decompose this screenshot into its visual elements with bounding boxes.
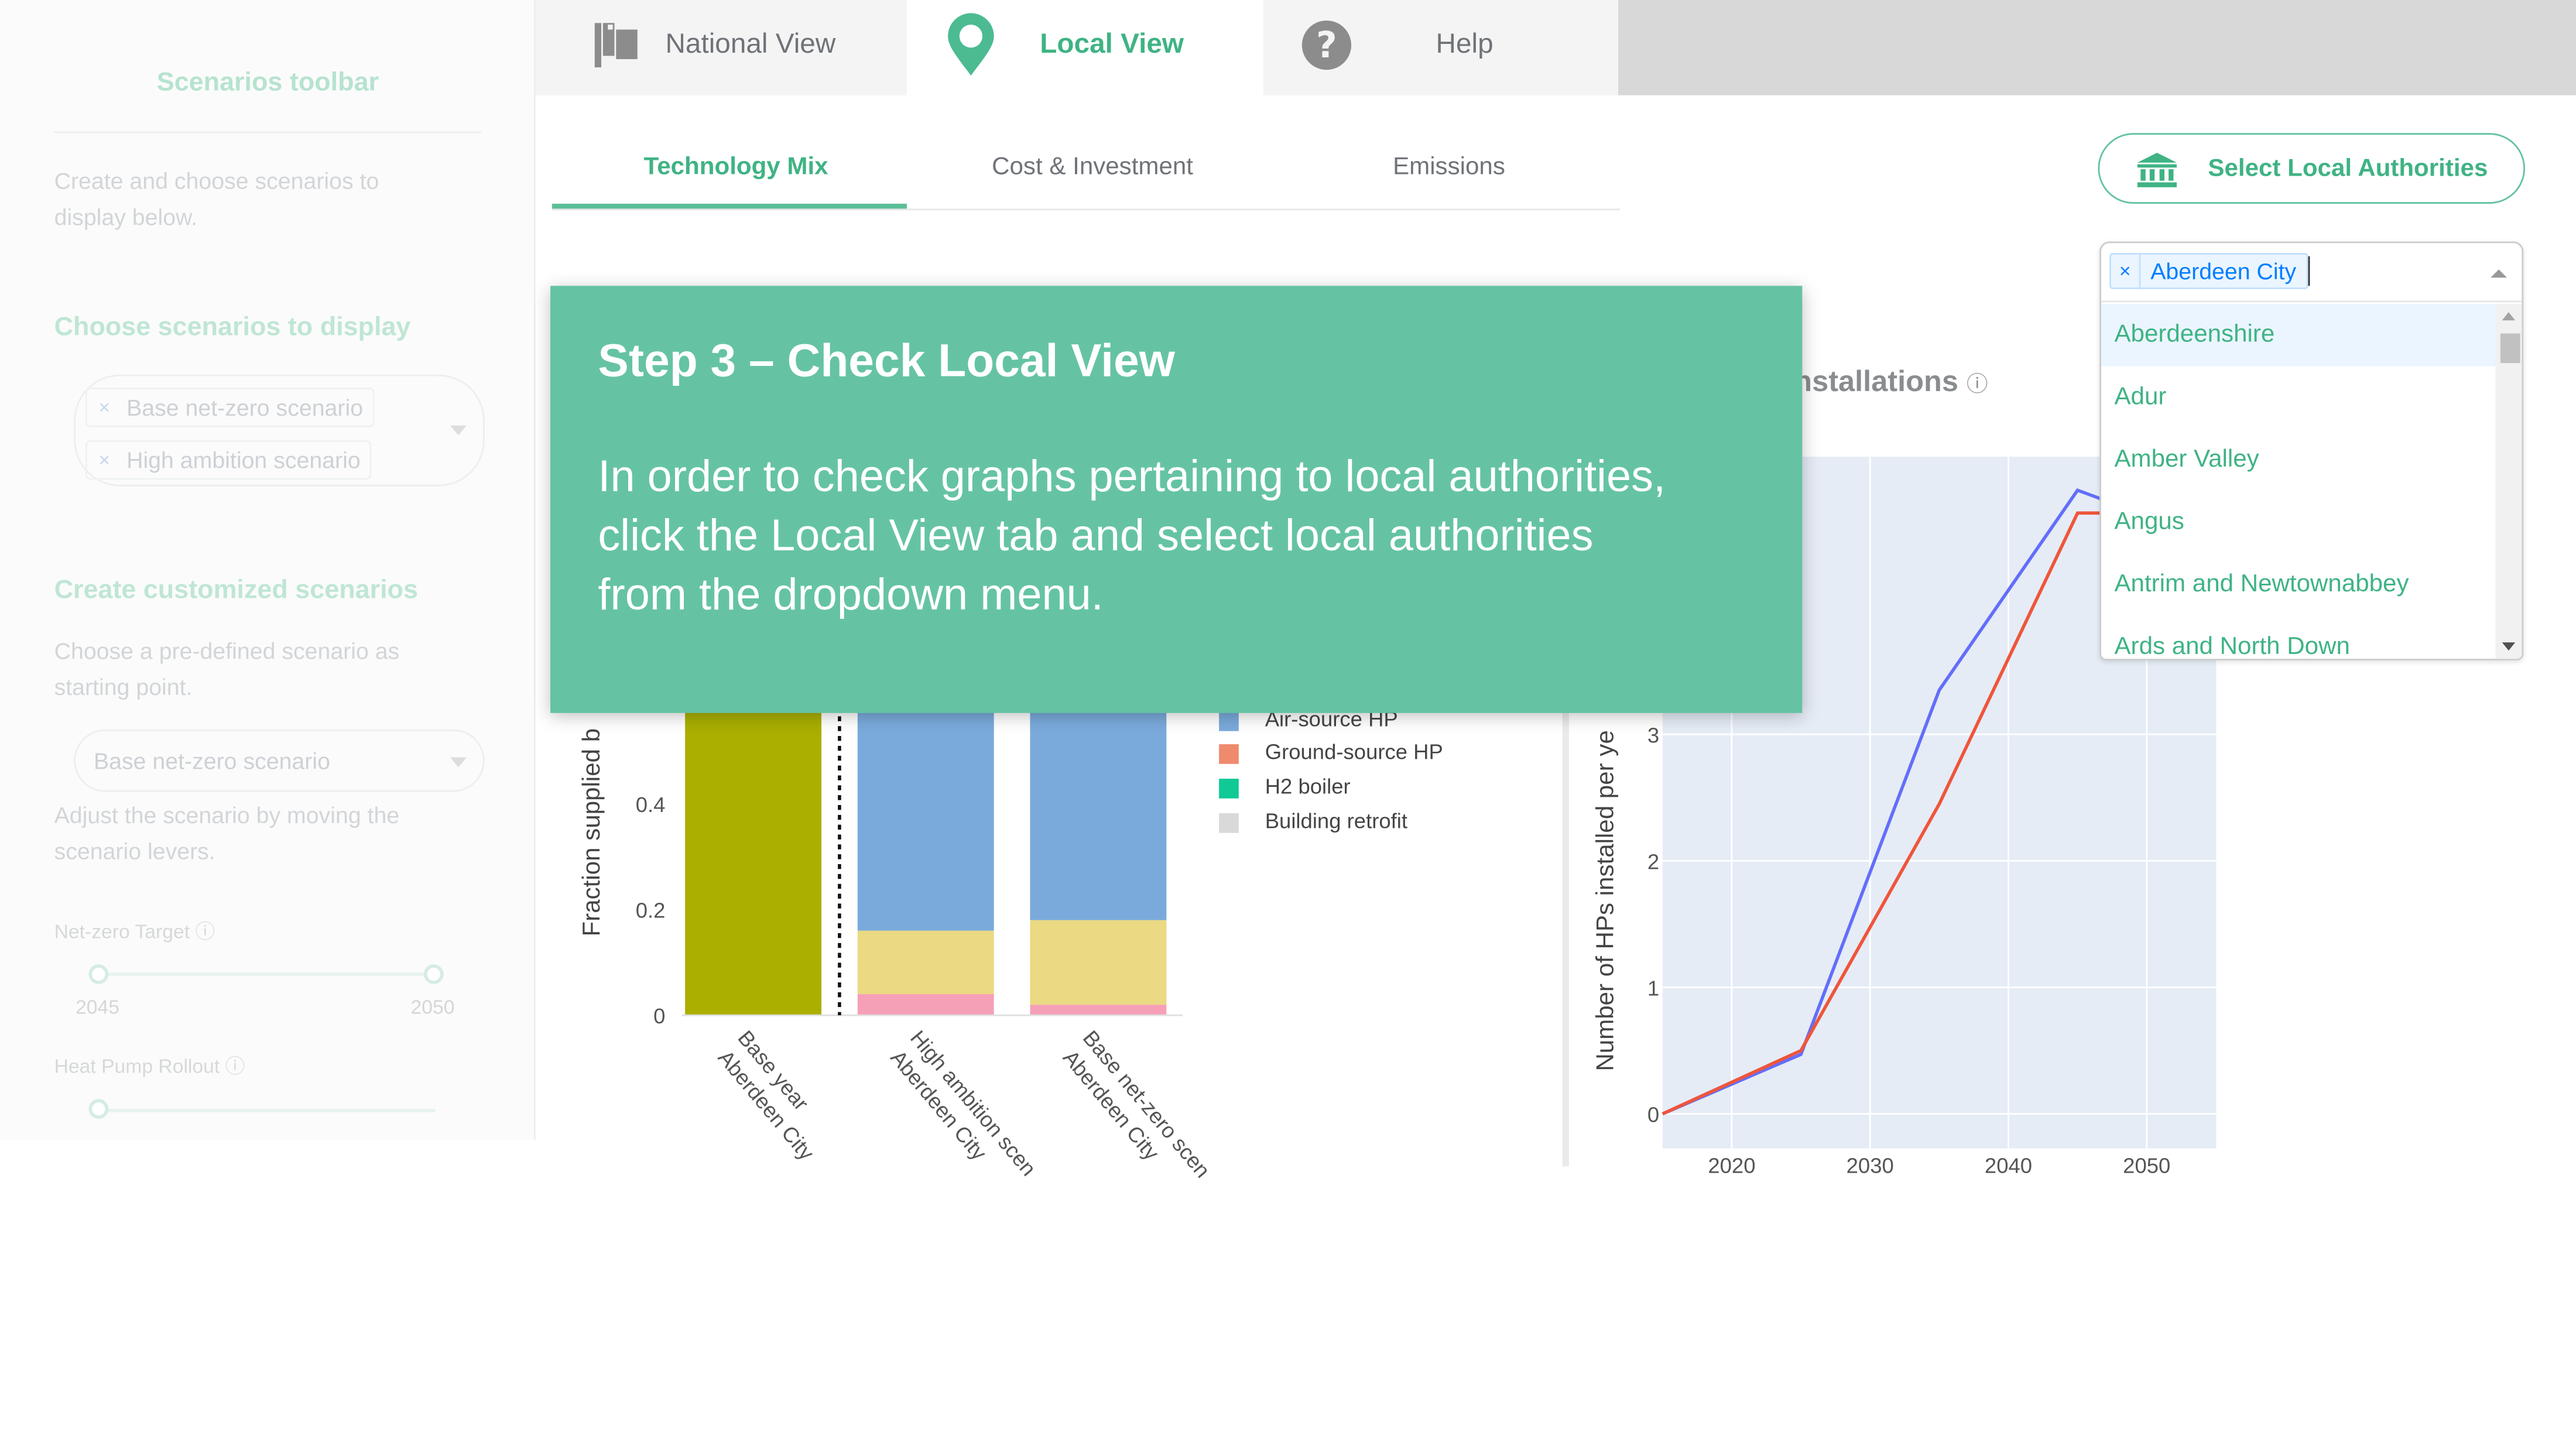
dropdown-option[interactable]: Ards and North Down bbox=[2101, 616, 2495, 659]
bar-segment bbox=[1030, 1005, 1167, 1016]
dropdown-option[interactable]: Amber Valley bbox=[2101, 429, 2495, 491]
text-cursor bbox=[2308, 256, 2310, 286]
stacked-bar-chart: 00.20.4Fraction supplied bBase yearAberd… bbox=[577, 706, 1215, 1182]
y-axis-label: Number of HPs installed per ye bbox=[1591, 730, 1619, 1071]
scroll-thumb[interactable] bbox=[2500, 333, 2520, 364]
tutorial-body: In order to check graphs pertaining to l… bbox=[598, 451, 1666, 619]
dropdown-option[interactable]: Angus bbox=[2101, 491, 2495, 554]
y-axis-label: Fraction supplied b bbox=[577, 728, 605, 937]
remove-icon[interactable]: × bbox=[2111, 254, 2141, 288]
dropdown-control[interactable]: × Aberdeen City bbox=[2101, 243, 2522, 303]
x-tick-label: 2030 bbox=[1847, 1154, 1894, 1178]
y-tick-label: 1 bbox=[1647, 977, 1659, 1001]
dropdown-option[interactable]: Adur bbox=[2101, 366, 2495, 429]
x-tick-label: 2050 bbox=[2123, 1154, 2170, 1178]
dropdown-option[interactable]: Antrim and Newtownabbey bbox=[2101, 554, 2495, 616]
bar-segment bbox=[857, 706, 994, 931]
app-stage: Scenarios toolbar Create and choose scen… bbox=[0, 0, 2576, 1449]
bar-segment bbox=[1030, 706, 1167, 920]
dropdown-options: Aberdeenshire Adur Amber Valley Angus An… bbox=[2101, 304, 2496, 659]
y-tick-label: 0.2 bbox=[636, 898, 666, 922]
tutorial-card: Step 3 – Check Local View In order to ch… bbox=[550, 286, 1803, 713]
scroll-down-icon[interactable] bbox=[2502, 642, 2516, 651]
x-tick-label: 2020 bbox=[1708, 1154, 1755, 1178]
y-tick-label: 0.4 bbox=[636, 793, 666, 817]
bar-segment bbox=[685, 706, 822, 1016]
legend-swatch bbox=[1219, 813, 1239, 833]
y-tick-label: 3 bbox=[1647, 723, 1659, 747]
y-tick-label: 0 bbox=[653, 1004, 665, 1028]
selected-authority-chip[interactable]: × Aberdeen City bbox=[2109, 253, 2308, 289]
x-tick-label: 2040 bbox=[1985, 1154, 2032, 1178]
chevron-up-icon[interactable] bbox=[2491, 269, 2508, 278]
local-authority-dropdown[interactable]: × Aberdeen City Aberdeenshire Adur Amber … bbox=[2099, 241, 2524, 661]
bar-segment bbox=[1030, 920, 1167, 1005]
bar-segment bbox=[857, 930, 994, 995]
y-tick-label: 0 bbox=[1647, 1103, 1659, 1127]
legend-swatch bbox=[1219, 711, 1239, 731]
legend-swatch bbox=[1219, 779, 1239, 799]
dropdown-option[interactable]: Aberdeenshire bbox=[2101, 304, 2496, 366]
tutorial-title: Step 3 – Check Local View bbox=[598, 335, 1175, 386]
legend-swatch bbox=[1219, 744, 1239, 764]
bar-segment bbox=[857, 994, 994, 1016]
scroll-up-icon[interactable] bbox=[2502, 312, 2516, 321]
dropdown-scrollbar[interactable] bbox=[2495, 304, 2522, 659]
y-tick-label: 2 bbox=[1647, 849, 1659, 873]
